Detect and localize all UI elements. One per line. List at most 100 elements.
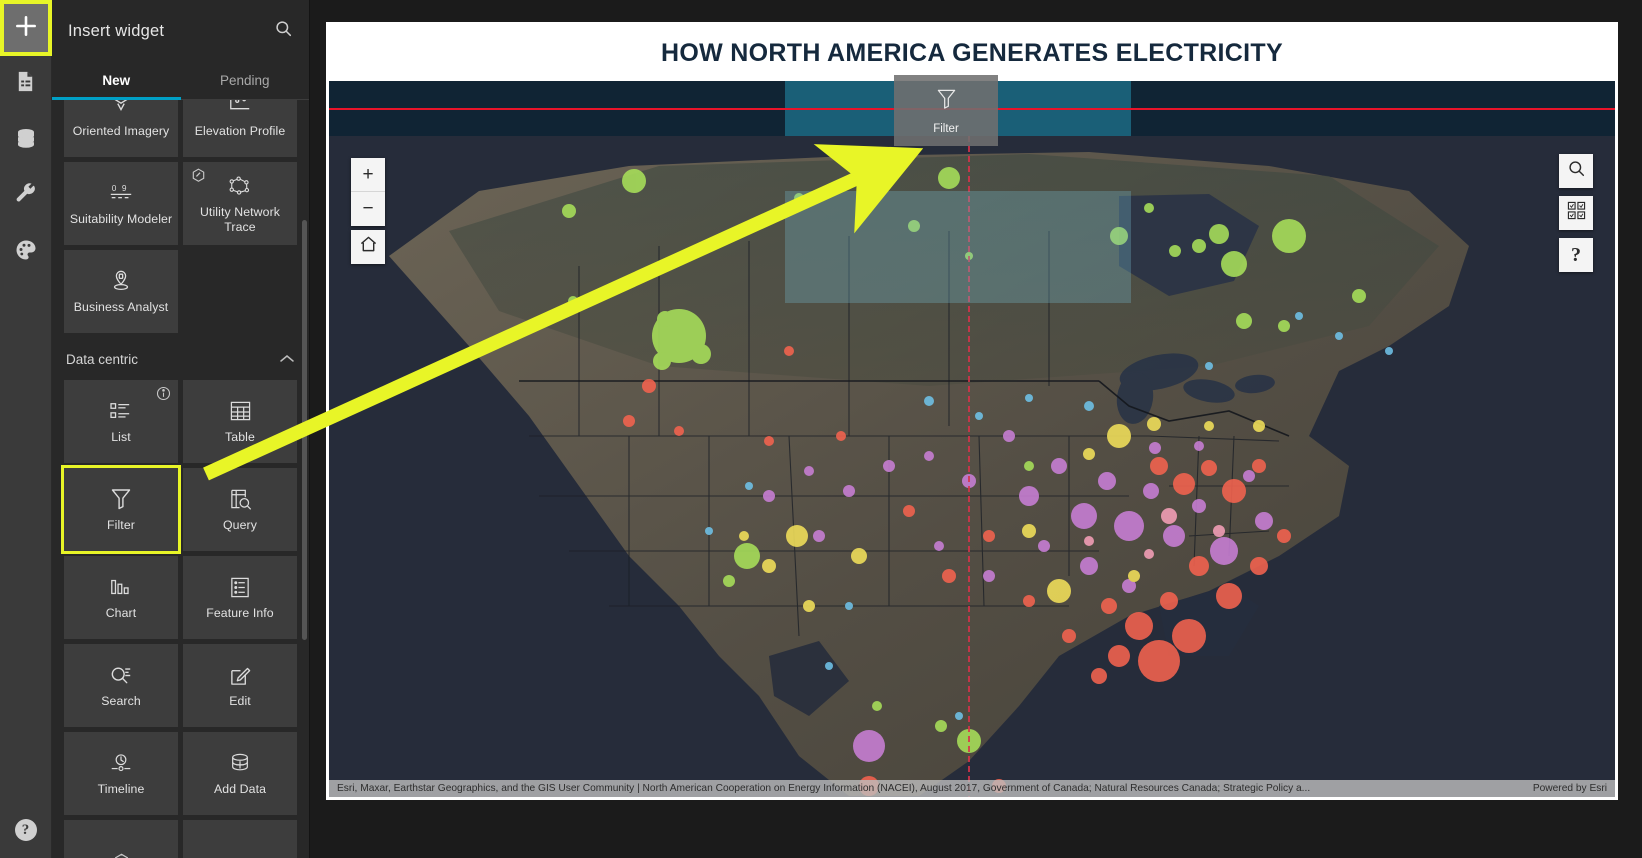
utility-network-trace-icon [227,173,253,199]
svg-text:0: 0 [112,183,117,193]
panel-title: Insert widget [68,21,165,40]
app-canvas-stage: HOW NORTH AMERICA GENERATES ELECTRICITY … [326,22,1618,800]
widget-label: Chart [105,606,137,620]
widget-card-elevation-profile[interactable]: Elevation Profile [183,100,297,157]
query-icon [229,486,252,512]
section-label: Data centric [66,351,139,367]
map-attribution-bar: Esri, Maxar, Earthstar Geographics, and … [329,780,1615,797]
help-icon: ? [14,819,37,841]
map-search-button[interactable] [1559,154,1593,188]
chart-icon [109,574,133,600]
widget-label: Oriented Imagery [72,124,170,138]
widget-grid-data-centric: List Table Filter Query Chart Feature In… [61,380,297,858]
map-help-control: ? [1559,238,1593,272]
powered-by-esri: Powered by Esri [1532,783,1607,794]
widget-card-feature-info[interactable]: Feature Info [183,556,297,639]
widget-card-business-analyst[interactable]: Business Analyst [64,250,178,333]
app-root: ? Insert widget New Pending Oriented Ima… [0,0,1642,858]
widget-label: Business Analyst [73,300,169,314]
add-data-icon [228,750,252,776]
bottom-strip [326,800,1618,858]
search-icon [274,19,293,43]
page-icon [14,70,37,98]
rail-help-button[interactable]: ? [0,802,52,858]
widget-grid-top: Oriented Imagery Elevation Profile 0 9 S… [64,100,297,333]
zoom-controls: + − [351,158,385,226]
plus-icon [13,13,39,44]
widget-card-timeline[interactable]: Timeline [64,732,178,815]
widget-grid-empty-slot [183,250,297,333]
hex-icon [113,849,130,858]
search-icon [1567,159,1586,184]
map-widget[interactable]: + − ? Esri, Maxar, Earthstar Geographics… [329,136,1615,797]
panel-search-button[interactable] [274,19,293,43]
widget-card-suitability-modeler[interactable]: 0 9 Suitability Modeler [64,162,178,245]
panel-header: Insert widget [52,0,309,62]
panel-scrollbar[interactable] [302,220,307,640]
map-widget-grid-control [1559,196,1593,230]
insert-widget-panel: Insert widget New Pending Oriented Image… [52,0,310,858]
rail-item-theme[interactable] [0,224,52,280]
widget-card-partial-right[interactable] [183,820,297,858]
widget-card-add-data[interactable]: Add Data [183,732,297,815]
page-title: HOW NORTH AMERICA GENERATES ELECTRICITY [661,38,1283,67]
info-icon[interactable] [156,386,171,406]
suitability-modeler-icon: 0 9 [108,180,134,206]
edit-icon [229,662,252,688]
drag-ghost-label: Filter [933,122,959,135]
toolbar-strip[interactable]: Filter [329,75,1615,146]
palette-icon [14,238,38,267]
widget-label: Feature Info [206,606,274,620]
filter-icon [936,87,957,116]
rail-item-tools[interactable] [0,168,52,224]
filter-icon [110,486,132,512]
home-button[interactable] [351,230,385,264]
widget-card-filter[interactable]: Filter [61,465,181,554]
wrench-icon [14,182,38,211]
timeline-icon [108,750,134,776]
widget-card-partial-left[interactable] [64,820,178,858]
widget-label: Timeline [97,782,145,796]
chevron-up-icon [279,352,295,367]
oriented-imagery-icon [110,100,132,118]
section-header-data-centric[interactable]: Data centric [64,338,297,380]
map-widget-grid-button[interactable] [1559,196,1593,230]
widget-card-utility-network-trace[interactable]: Utility Network Trace [183,162,297,245]
zoom-in-button[interactable]: + [351,158,385,192]
hex-icon [191,168,206,189]
map-help-button[interactable]: ? [1559,238,1593,272]
widget-card-query[interactable]: Query [183,468,297,551]
map-basemap [329,136,1615,797]
right-gutter [1618,0,1642,858]
widget-label: Table [225,430,255,444]
widget-label: Suitability Modeler [69,212,173,226]
widget-grid-icon [1567,201,1586,226]
list-icon [109,398,133,424]
rail-item-insert-widget[interactable] [0,0,52,56]
widget-label: Edit [229,694,251,708]
attribution-text: Esri, Maxar, Earthstar Geographics, and … [337,783,1311,794]
rail-item-page[interactable] [0,56,52,112]
stage-title-bar[interactable]: HOW NORTH AMERICA GENERATES ELECTRICITY [329,25,1615,81]
widget-card-oriented-imagery[interactable]: Oriented Imagery [64,100,178,157]
widget-card-search[interactable]: Search [64,644,178,727]
widget-label: List [111,430,131,444]
panel-scroll-area[interactable]: Oriented Imagery Elevation Profile 0 9 S… [52,100,309,858]
widget-label: Search [101,694,141,708]
home-control [351,230,385,264]
tab-new[interactable]: New [52,62,181,100]
widget-label: Elevation Profile [194,124,286,138]
rail-item-data[interactable] [0,112,52,168]
widget-card-table[interactable]: Table [183,380,297,463]
widget-label: Query [223,518,257,532]
elevation-profile-icon [228,100,252,118]
widget-label: Utility Network Trace [199,204,281,234]
zoom-out-button[interactable]: − [351,192,385,226]
widget-card-chart[interactable]: Chart [64,556,178,639]
panel-tabs: New Pending [52,62,309,100]
table-icon [229,398,252,424]
tab-pending[interactable]: Pending [181,62,310,99]
widget-card-edit[interactable]: Edit [183,644,297,727]
widget-card-list[interactable]: List [64,380,178,463]
drag-ghost-filter[interactable]: Filter [894,75,998,146]
